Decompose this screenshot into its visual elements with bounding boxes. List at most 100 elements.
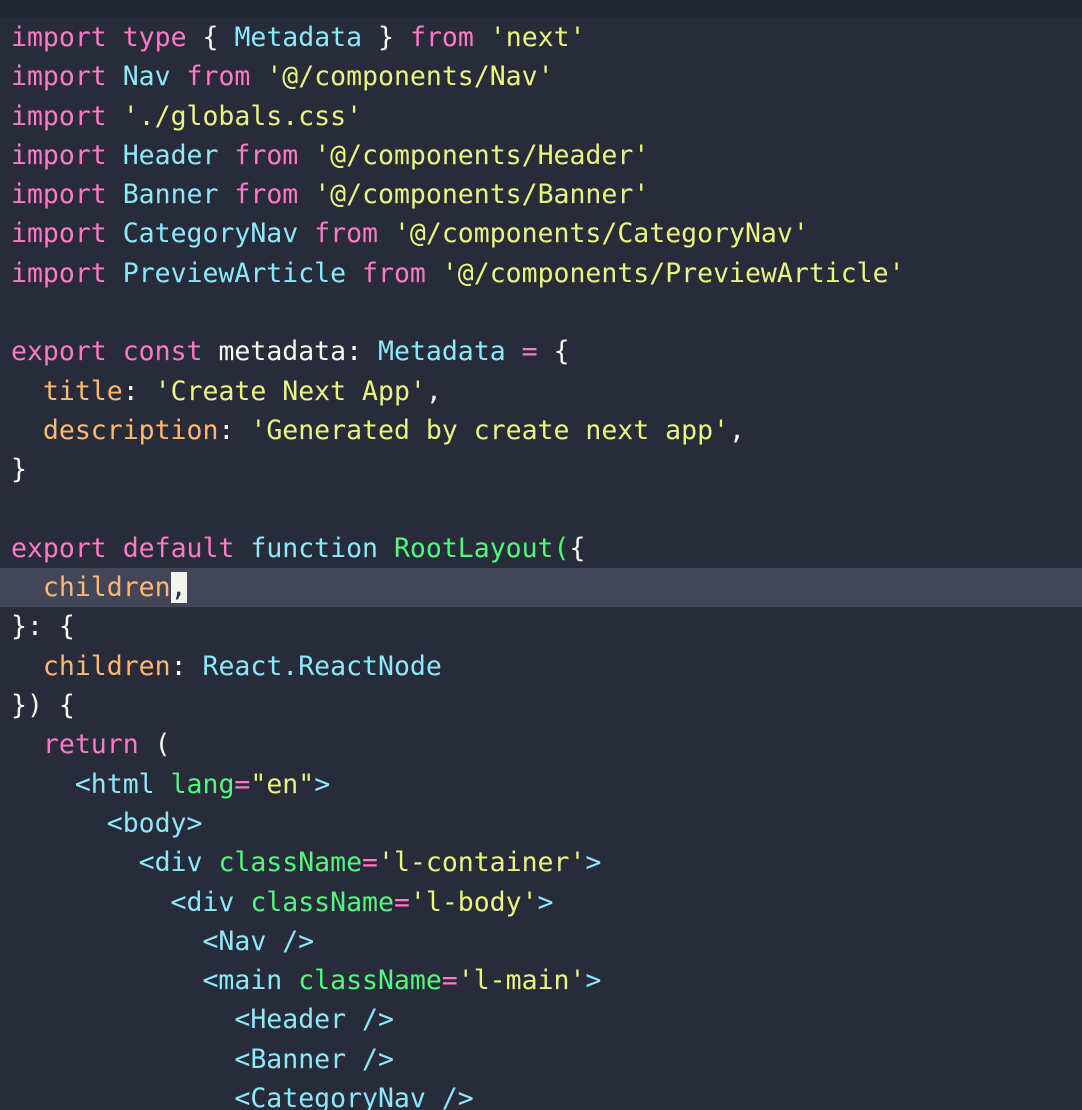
code-token-type: Metadata bbox=[378, 336, 506, 368]
code-token-type: function bbox=[250, 532, 378, 564]
code-line[interactable]: export default function RootLayout({ bbox=[0, 529, 1082, 568]
code-line[interactable]: <body> bbox=[0, 804, 1082, 843]
code-line[interactable]: import type { Metadata } from 'next' bbox=[0, 18, 1082, 57]
code-token-keyword: from bbox=[186, 61, 251, 93]
code-token-property: children bbox=[42, 572, 171, 604]
code-token-keyword: from bbox=[362, 257, 426, 289]
code-token-string: '@/components/Nav' bbox=[266, 61, 554, 93]
code-token-operator: = bbox=[362, 847, 378, 879]
code-token-punctuation: { bbox=[58, 690, 75, 722]
code-token-string: '@/components/Header' bbox=[314, 139, 650, 171]
code-token-keyword: from bbox=[234, 139, 299, 171]
code-line[interactable]: <div className='l-body'> bbox=[0, 883, 1082, 922]
code-token-punctuation: } bbox=[378, 22, 395, 53]
code-token-type: PreviewArticle bbox=[122, 257, 347, 289]
code-token-tag: <CategoryNav /> bbox=[234, 1083, 474, 1110]
code-token-keyword: import bbox=[11, 22, 107, 53]
code-surface[interactable]: import type { Metadata } from 'next' impo… bbox=[0, 18, 1082, 1110]
code-token-punctuation: : bbox=[218, 414, 235, 446]
code-token-string: '@/components/Banner' bbox=[314, 179, 650, 211]
code-token-tag: <body> bbox=[106, 807, 203, 839]
code-token-punctuation: { bbox=[569, 532, 586, 564]
code-line[interactable]: import './globals.css' bbox=[0, 97, 1082, 136]
code-line-active[interactable]: children, bbox=[0, 568, 1082, 608]
code-token-tag: <html bbox=[74, 768, 155, 800]
code-token-operator: = bbox=[441, 965, 458, 997]
code-line[interactable]: <html lang="en"> bbox=[0, 765, 1082, 804]
code-line[interactable]: <Header /> bbox=[0, 1000, 1082, 1039]
code-editor[interactable]: import type { Metadata } from 'next' impo… bbox=[0, 0, 1082, 1110]
code-line[interactable]: import CategoryNav from '@/components/Ca… bbox=[0, 214, 1082, 253]
code-token-punctuation: ) bbox=[26, 690, 43, 722]
code-line[interactable]: children: React.ReactNode bbox=[0, 647, 1082, 686]
code-line[interactable]: <div className='l-container'> bbox=[0, 843, 1082, 882]
code-token-property: children bbox=[42, 650, 171, 682]
code-token-function: RootLayout bbox=[393, 532, 554, 564]
code-token-property: description bbox=[42, 414, 219, 446]
code-token-string: 'next' bbox=[489, 22, 586, 53]
code-line[interactable]: <main className='l-main'> bbox=[0, 961, 1082, 1000]
code-token-keyword: import bbox=[11, 100, 107, 132]
code-token-string: "en" bbox=[250, 768, 315, 800]
code-line[interactable]: title: 'Create Next App', bbox=[0, 372, 1082, 411]
code-line[interactable]: export const metadata: Metadata = { bbox=[0, 332, 1082, 371]
code-line[interactable]: description: 'Generated by create next a… bbox=[0, 411, 1082, 450]
code-token-punctuation: { bbox=[553, 336, 570, 368]
code-token-keyword: export bbox=[11, 532, 107, 564]
code-token-type: Metadata bbox=[234, 22, 363, 53]
code-token-attribute: className bbox=[250, 886, 394, 918]
code-token-punctuation: , bbox=[425, 375, 442, 407]
code-line[interactable]: <Nav /> bbox=[0, 922, 1082, 961]
code-line[interactable] bbox=[0, 293, 1082, 332]
code-token-keyword: import bbox=[11, 139, 107, 171]
code-token-function: ( bbox=[553, 532, 570, 564]
code-token-plain: metadata bbox=[218, 336, 347, 368]
code-line[interactable]: } bbox=[0, 450, 1082, 489]
code-token-punctuation: } bbox=[11, 690, 27, 722]
code-token-punctuation: { bbox=[202, 22, 219, 53]
code-token-keyword: import bbox=[11, 179, 107, 211]
code-token-string: 'Generated by create next app' bbox=[250, 414, 729, 446]
code-line[interactable]: import PreviewArticle from '@/components… bbox=[0, 254, 1082, 293]
code-token-punctuation: } bbox=[11, 611, 27, 643]
code-token-keyword: default bbox=[122, 532, 235, 564]
code-token-string: 'l-container' bbox=[378, 847, 586, 879]
code-line[interactable]: }) { bbox=[0, 686, 1082, 725]
code-token-operator: = bbox=[393, 886, 410, 918]
code-line[interactable]: }: { bbox=[0, 607, 1082, 646]
code-line[interactable]: import Nav from '@/components/Nav' bbox=[0, 57, 1082, 96]
code-line[interactable]: import Banner from '@/components/Banner' bbox=[0, 175, 1082, 214]
code-token-string: './globals.css' bbox=[122, 100, 363, 132]
code-line[interactable]: <Banner /> bbox=[0, 1040, 1082, 1079]
code-token-operator: = bbox=[234, 768, 251, 800]
code-line[interactable] bbox=[0, 490, 1082, 529]
code-line[interactable]: import Header from '@/components/Header' bbox=[0, 136, 1082, 175]
code-token-tag: > bbox=[585, 847, 602, 879]
code-token-keyword: const bbox=[122, 336, 203, 368]
code-token-string: '@/components/CategoryNav' bbox=[393, 218, 809, 250]
code-token-keyword: return bbox=[42, 729, 139, 761]
code-line[interactable]: return ( bbox=[0, 725, 1082, 764]
code-line[interactable]: <CategoryNav /> bbox=[0, 1079, 1082, 1110]
code-token-string: '@/components/PreviewArticle' bbox=[441, 257, 905, 289]
